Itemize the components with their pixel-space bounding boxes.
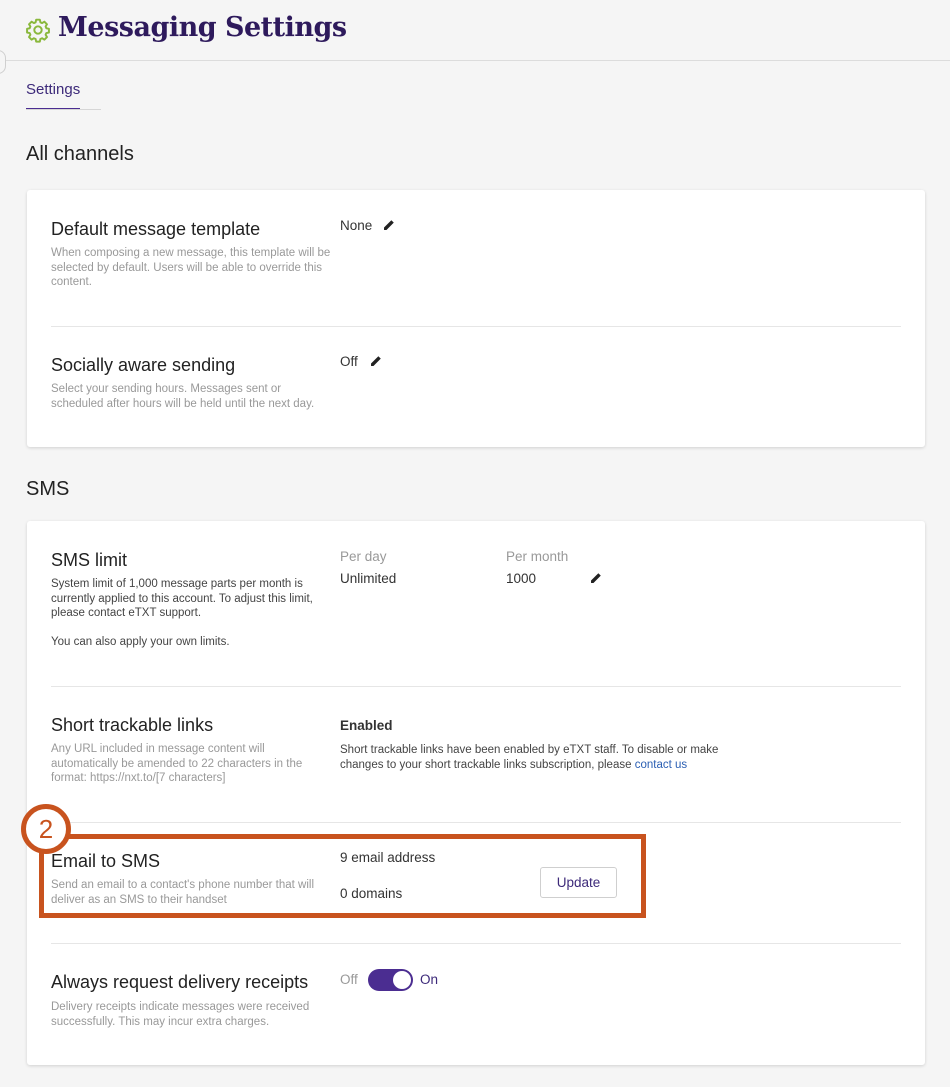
- delivery-receipts-description: Delivery receipts indicate messages were…: [51, 1001, 310, 1028]
- all-channels-card: Default message template When composing …: [27, 190, 925, 447]
- divider: [51, 326, 901, 327]
- delivery-receipts-title: Always request delivery receipts: [51, 972, 309, 992]
- toggle-off-label: Off: [340, 972, 358, 987]
- default-template-title: Default message template: [51, 219, 261, 239]
- divider: [51, 943, 901, 944]
- sms-card: SMS limit System limit of 1,000 message …: [27, 521, 925, 1065]
- tab-settings[interactable]: Settings: [26, 81, 81, 110]
- section-title-all-channels: All channels: [26, 143, 134, 165]
- per-day-label: Per day: [340, 549, 387, 564]
- sms-limit-title: SMS limit: [51, 550, 127, 570]
- short-links-status: Enabled: [340, 718, 393, 733]
- edit-pencil-icon[interactable]: [369, 355, 382, 368]
- contact-us-link[interactable]: contact us: [635, 759, 687, 771]
- edit-pencil-icon[interactable]: [589, 572, 602, 585]
- edit-pencil-icon[interactable]: [382, 219, 395, 232]
- sms-limit-own-limits: You can also apply your own limits.: [51, 636, 230, 648]
- default-template-description: When composing a new message, this templ…: [51, 247, 331, 288]
- tab-underline: [26, 109, 101, 110]
- socially-aware-title: Socially aware sending: [51, 355, 236, 375]
- sms-limit-description: System limit of 1,000 message parts per …: [51, 578, 313, 619]
- gear-icon: [26, 18, 50, 43]
- divider: [51, 686, 901, 687]
- delivery-receipts-toggle[interactable]: [368, 969, 413, 991]
- per-month-label: Per month: [506, 549, 569, 564]
- per-day-value: Unlimited: [340, 571, 397, 586]
- socially-aware-description: Select your sending hours. Messages sent…: [51, 383, 315, 410]
- short-links-note: Short trackable links have been enabled …: [340, 743, 725, 772]
- page-title: Messaging Settings: [58, 12, 347, 43]
- default-template-value: None: [340, 218, 373, 233]
- annotation-highlight-box: [39, 834, 646, 918]
- divider: [51, 822, 901, 823]
- short-links-description: Any URL included in message content will…: [51, 743, 303, 784]
- page-header: Messaging Settings: [0, 0, 950, 61]
- sidebar-edge-handle[interactable]: [0, 50, 6, 74]
- per-month-value: 1000: [506, 571, 537, 586]
- toggle-knob: [393, 971, 411, 989]
- annotation-step-badge: 2: [21, 804, 71, 854]
- toggle-on-label: On: [420, 972, 439, 987]
- short-links-title: Short trackable links: [51, 715, 214, 735]
- section-title-sms: SMS: [26, 478, 70, 500]
- socially-aware-value: Off: [340, 354, 358, 369]
